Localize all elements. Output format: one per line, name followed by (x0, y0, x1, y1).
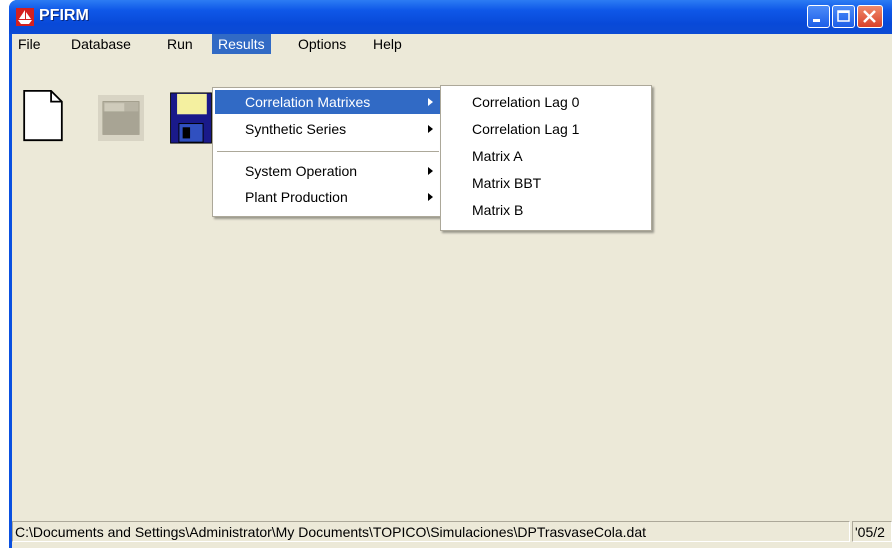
menuitem-plant-production[interactable]: Plant Production (215, 185, 441, 209)
submenu-arrow-icon (428, 193, 433, 201)
menu-help[interactable]: Help (367, 34, 408, 54)
menuitem-label: Correlation Lag 1 (472, 121, 580, 137)
menuitem-label: Correlation Matrixes (245, 94, 371, 110)
new-document-icon[interactable] (20, 90, 66, 142)
results-dropdown: Correlation Matrixes Synthetic Series Sy… (212, 87, 446, 217)
title-bar[interactable]: PFIRM (9, 0, 892, 34)
menuitem-label: Correlation Lag 0 (472, 94, 580, 110)
submenu-arrow-icon (428, 167, 433, 175)
menuitem-label: Plant Production (245, 189, 348, 205)
save-floppy-icon[interactable] (168, 92, 214, 144)
status-date: '05/2 (852, 521, 892, 542)
menuitem-label: System Operation (245, 163, 358, 179)
submenu-arrow-icon (428, 125, 433, 133)
menu-file[interactable]: File (12, 34, 47, 54)
menuitem-label: Matrix A (472, 148, 523, 164)
close-button[interactable] (857, 5, 883, 28)
correlation-submenu: Correlation Lag 0 Correlation Lag 1 Matr… (440, 85, 652, 231)
submenu-arrow-icon (428, 98, 433, 106)
minimize-button[interactable] (807, 5, 830, 28)
open-folder-icon[interactable] (98, 92, 144, 144)
close-icon (863, 10, 876, 23)
menu-bar: File Database Run Results Options Help (12, 34, 892, 54)
menuitem-label: Matrix B (472, 202, 524, 218)
menu-options[interactable]: Options (292, 34, 352, 54)
maximize-button[interactable] (832, 5, 855, 28)
menuitem-system-operation[interactable]: System Operation (215, 159, 441, 183)
menuitem-synthetic-series[interactable]: Synthetic Series (215, 117, 441, 141)
menuitem-correlation-matrixes[interactable]: Correlation Matrixes (215, 90, 441, 114)
app-window: PFIRM File Database Run Results Options … (9, 0, 892, 548)
menu-separator (217, 151, 439, 152)
status-path: C:\Documents and Settings\Administrator\… (12, 521, 850, 542)
menu-run[interactable]: Run (161, 34, 199, 54)
window-title: PFIRM (39, 7, 89, 24)
minimize-icon (813, 19, 820, 22)
sailboat-icon (16, 8, 34, 26)
menu-database[interactable]: Database (65, 34, 137, 54)
menu-results[interactable]: Results (212, 34, 271, 54)
menuitem-label: Synthetic Series (245, 121, 347, 137)
menuitem-label: Matrix BBT (472, 175, 542, 191)
maximize-icon (837, 10, 850, 22)
